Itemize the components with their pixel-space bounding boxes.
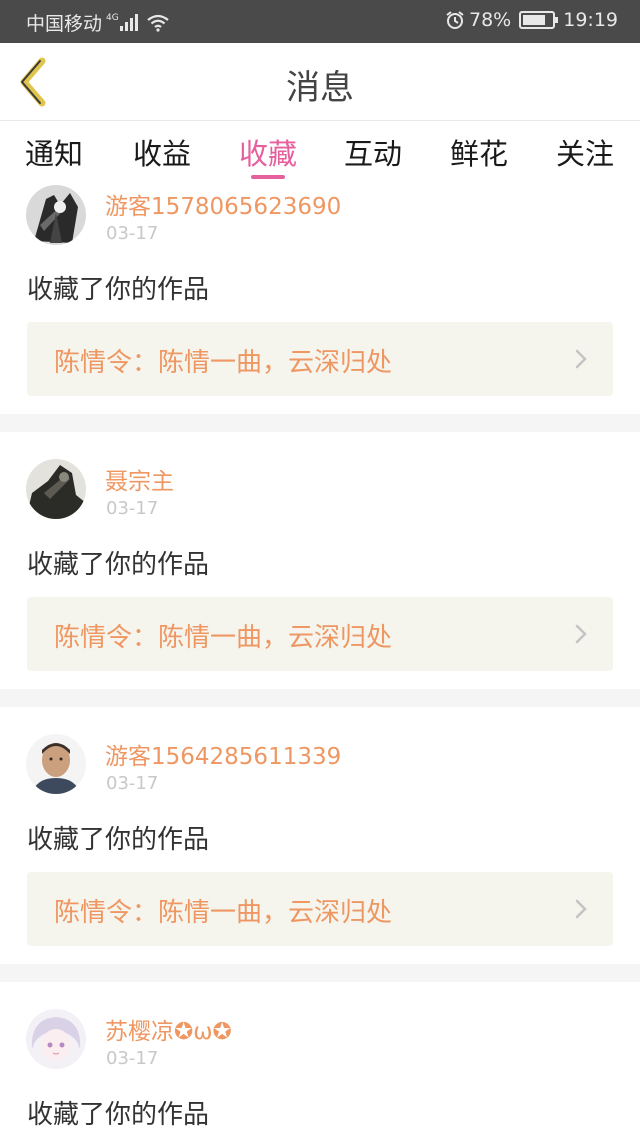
message-date: 03-17 <box>106 1048 159 1069</box>
message-text: 收藏了你的作品 <box>27 550 210 580</box>
signal-icon <box>119 14 140 31</box>
avatar[interactable] <box>26 734 86 794</box>
avatar[interactable] <box>26 185 86 245</box>
message-list: 游客1578065623690 03-17 收藏了你的作品 陈情令：陈情一曲，云… <box>0 181 640 1138</box>
status-bar: 中国移动 4G 78% 19:19 <box>0 0 640 43</box>
chevron-right-icon <box>575 349 587 369</box>
message-date: 03-17 <box>106 498 159 519</box>
nav-header: 消息 <box>0 43 640 121</box>
divider <box>0 964 640 982</box>
wifi-icon <box>147 14 169 32</box>
divider <box>0 414 640 432</box>
message-date: 03-17 <box>106 223 159 244</box>
work-link[interactable]: 陈情令：陈情一曲，云深归处 <box>27 597 613 671</box>
work-title: 陈情令：陈情一曲，云深归处 <box>54 623 393 653</box>
battery-icon <box>519 11 559 29</box>
message-card: 游客1564285611339 03-17 收藏了你的作品 陈情令：陈情一曲，云… <box>0 707 640 964</box>
message-text: 收藏了你的作品 <box>27 825 210 855</box>
tab-income[interactable]: 收益 <box>122 131 202 173</box>
page-title: 消息 <box>286 68 354 108</box>
user-name[interactable]: 游客1564285611339 <box>105 737 341 771</box>
alarm-icon <box>446 11 464 29</box>
battery-percent: 78% <box>469 9 512 31</box>
tab-flowers[interactable]: 鲜花 <box>439 131 519 173</box>
clock: 19:19 <box>563 9 618 31</box>
tab-favorites[interactable]: 收藏 <box>228 131 308 173</box>
message-date: 03-17 <box>106 773 159 794</box>
work-title: 陈情令：陈情一曲，云深归处 <box>54 348 393 378</box>
chevron-right-icon <box>575 624 587 644</box>
tab-notify[interactable]: 通知 <box>14 131 94 173</box>
message-card: 苏樱凉✪ω✪ 03-17 收藏了你的作品 <box>0 982 640 1138</box>
carrier-label: 中国移动 <box>26 13 103 35</box>
message-card: 游客1578065623690 03-17 收藏了你的作品 陈情令：陈情一曲，云… <box>0 181 640 414</box>
avatar[interactable] <box>26 459 86 519</box>
user-name[interactable]: 聂宗主 <box>105 462 174 496</box>
work-title: 陈情令：陈情一曲，云深归处 <box>54 898 393 928</box>
chevron-right-icon <box>575 899 587 919</box>
network-type: 4G <box>106 12 119 23</box>
message-card: 聂宗主 03-17 收藏了你的作品 陈情令：陈情一曲，云深归处 <box>0 432 640 689</box>
active-tab-indicator <box>251 175 285 179</box>
message-text: 收藏了你的作品 <box>27 275 210 305</box>
work-link[interactable]: 陈情令：陈情一曲，云深归处 <box>27 322 613 396</box>
tab-bar: 通知 收益 收藏 互动 鲜花 关注 <box>0 121 640 181</box>
user-name[interactable]: 游客1578065623690 <box>105 187 341 221</box>
work-link[interactable]: 陈情令：陈情一曲，云深归处 <box>27 872 613 946</box>
message-text: 收藏了你的作品 <box>27 1100 210 1130</box>
divider <box>0 689 640 707</box>
tab-follow[interactable]: 关注 <box>545 131 625 173</box>
user-name[interactable]: 苏樱凉✪ω✪ <box>105 1012 232 1046</box>
avatar[interactable] <box>26 1009 86 1069</box>
tab-interaction[interactable]: 互动 <box>333 131 413 173</box>
